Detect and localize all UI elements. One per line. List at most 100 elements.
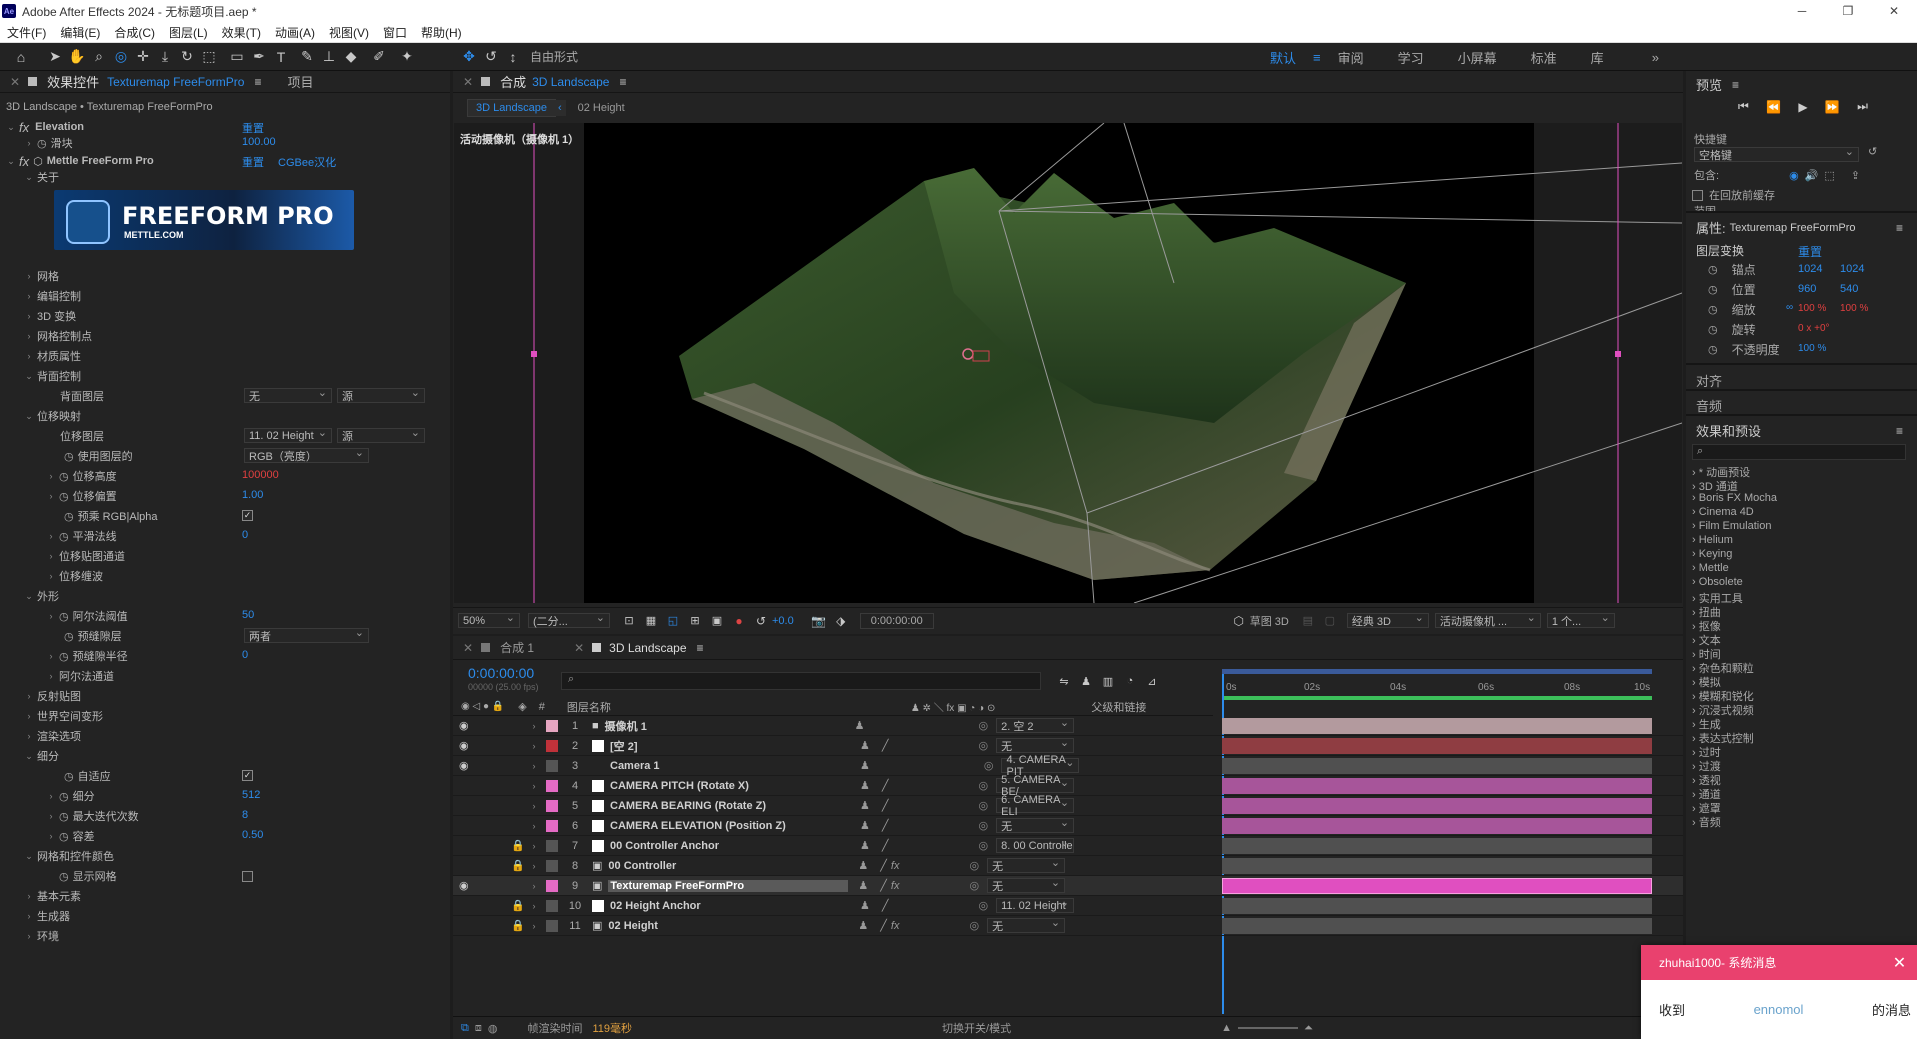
parent-dropdown[interactable]: 6. CAMERA ELI <box>996 794 1075 818</box>
use-layer-dropdown[interactable]: RGB（亮度） <box>244 446 369 463</box>
layer-duration-bar[interactable] <box>1222 878 1652 894</box>
layer-label-color[interactable] <box>546 819 558 832</box>
stopwatch-icon[interactable]: ◷ <box>1708 303 1718 316</box>
current-timecode[interactable]: 0:00:00:00 <box>468 665 534 681</box>
displacement-offset-value[interactable]: 1.00 <box>242 489 263 501</box>
effect-controls-layer-name[interactable]: Texturemap FreeFormPro <box>107 75 244 89</box>
minimize-button[interactable]: ─ <box>1779 4 1825 18</box>
rotate-tool-icon[interactable]: ↻ <box>176 46 198 68</box>
constrain-proportions-icon[interactable]: ∞ <box>1786 302 1793 313</box>
anchor-y[interactable]: 1024 <box>1840 263 1864 275</box>
stopwatch-icon[interactable]: ◷ <box>64 770 74 783</box>
pickwhip-icon[interactable]: ◎ <box>969 919 979 932</box>
render-options-group[interactable]: › 渲染选项 <box>24 728 450 744</box>
workspace-learn[interactable]: 学习 <box>1381 48 1441 67</box>
layer-row[interactable]: › 5 CAMERA BEARING (Rotate Z) ♟ ╱ ◎ 6. C… <box>453 794 1683 818</box>
stopwatch-icon[interactable]: ◷ <box>59 650 69 663</box>
layer-duration-bar[interactable] <box>1222 918 1652 934</box>
menu-help[interactable]: 帮助(H) <box>414 24 469 41</box>
composition-name[interactable]: 3D Landscape <box>532 75 609 89</box>
workspace-review[interactable]: 审阅 <box>1321 48 1381 67</box>
stopwatch-icon[interactable]: ◷ <box>59 810 69 823</box>
viewer-timecode[interactable]: 0:00:00:00 <box>859 612 934 629</box>
pickwhip-icon[interactable]: ◎ <box>979 799 989 812</box>
about-row[interactable]: ⌄ 关于 <box>24 169 450 185</box>
mesh-group[interactable]: › 网格 <box>24 268 450 284</box>
maximize-button[interactable]: ❐ <box>1825 4 1871 18</box>
free-form-label[interactable]: 自由形式 <box>530 48 578 65</box>
include-audio-icon[interactable]: 🔊 <box>1805 169 1819 182</box>
basic-elements-group[interactable]: › 基本元素 <box>24 888 450 904</box>
panel-menu-icon[interactable]: ≡ <box>619 75 626 89</box>
shy-switch-icon[interactable]: ♟ <box>860 739 870 752</box>
reflection-map-group[interactable]: › 反射贴图 <box>24 688 450 704</box>
quality-switch-icon[interactable]: ╱ <box>880 879 887 892</box>
3d-transform-group[interactable]: › 3D 变换 <box>24 308 450 324</box>
mask-visibility-icon[interactable]: ◱ <box>662 610 684 632</box>
stopwatch-icon[interactable]: ◷ <box>59 790 69 803</box>
elevation-reset[interactable]: 重置 <box>242 120 264 136</box>
composition-viewer[interactable]: 活动摄像机（摄像机 1） <box>454 123 1682 603</box>
back-layer-source-dropdown[interactable]: 源 <box>337 386 425 403</box>
bevel-type-dropdown[interactable]: 两者 <box>244 626 369 643</box>
3d-ground-icon[interactable]: ▤ <box>1297 610 1319 632</box>
fx-category[interactable]: › 音频 <box>1692 814 1721 830</box>
fx-switch-icon[interactable]: fx <box>891 880 900 892</box>
region-of-interest-icon[interactable]: ⊡ <box>618 610 640 632</box>
layer-label-color[interactable] <box>546 899 558 912</box>
resolution-dropdown[interactable]: (二分... <box>528 611 610 628</box>
layer-row[interactable]: 🔒 › 8 ▣ 00 Controller ♟ ╱ fx ◎ 无 <box>453 856 1683 876</box>
edit-control-group[interactable]: › 编辑控制 <box>24 288 450 304</box>
menu-edit[interactable]: 编辑(E) <box>53 24 107 41</box>
comp-mini-flowchart-icon[interactable]: ⇋ <box>1053 670 1075 692</box>
shy-switch-icon[interactable]: ♟ <box>858 859 868 872</box>
stopwatch-icon[interactable]: ◷ <box>59 610 69 623</box>
close-popup-button[interactable]: ✕ <box>1882 953 1917 973</box>
premultiply-checkbox[interactable]: ✓ <box>242 510 253 521</box>
quality-switch-icon[interactable]: ╱ <box>880 919 887 932</box>
pickwhip-icon[interactable]: ◎ <box>979 819 989 832</box>
layer-name[interactable]: CAMERA BEARING (Rotate Z) <box>610 800 850 812</box>
view-layout-dropdown[interactable]: 1 个... <box>1546 611 1615 628</box>
fx-switch-icon[interactable]: fx <box>891 860 900 872</box>
panel-menu-icon[interactable]: ≡ <box>1896 221 1903 235</box>
back-layer-dropdown[interactable]: 无 <box>244 386 332 403</box>
stopwatch-icon[interactable]: ◷ <box>1708 263 1718 276</box>
show-snapshot-icon[interactable]: ⬗ <box>830 610 852 632</box>
dolly-camera-icon[interactable]: ⤓ <box>154 46 176 68</box>
layer-name[interactable]: 摄像机 1 <box>605 718 845 734</box>
pan-camera-icon[interactable]: ✛ <box>132 46 154 68</box>
menu-composition[interactable]: 合成(C) <box>107 24 162 41</box>
workspace-menu-icon[interactable]: ≡ <box>1313 50 1321 65</box>
zoom-in-icon[interactable]: ⏶ <box>1304 1022 1313 1035</box>
shy-switch-icon[interactable]: ♟ <box>860 899 870 912</box>
align-panel[interactable]: 对齐 <box>1696 371 1917 390</box>
fx-category[interactable]: › Obsolete <box>1692 576 1743 588</box>
stopwatch-icon[interactable]: ◷ <box>1708 323 1718 336</box>
layer-label-color[interactable] <box>546 719 558 732</box>
layer-duration-bar[interactable] <box>1222 758 1652 774</box>
puppet-pin-icon[interactable]: ✦ <box>396 46 418 68</box>
layer-name[interactable]: 00 Controller Anchor <box>610 840 850 852</box>
eye-icon[interactable]: ◉ <box>459 759 473 772</box>
world-space-group[interactable]: › 世界空间变形 <box>24 708 450 724</box>
reset-exposure-icon[interactable]: ↺ <box>750 610 772 632</box>
layer-row[interactable]: 🔒 › 11 ▣ 02 Height ♟ ╱ fx ◎ 无 <box>453 916 1683 936</box>
grid-guides-icon[interactable]: ⊞ <box>684 610 706 632</box>
eraser-tool-icon[interactable]: ◆ <box>340 46 362 68</box>
mesh-control-points-group[interactable]: › 网格控制点 <box>24 328 450 344</box>
timeline-zoom-slider[interactable] <box>1237 1027 1298 1029</box>
export-icon[interactable]: ⇪ <box>1851 169 1860 182</box>
layer-name[interactable]: CAMERA ELEVATION (Position Z) <box>610 820 850 832</box>
menu-view[interactable]: 视图(V) <box>322 24 376 41</box>
layer-label-color[interactable] <box>546 859 558 872</box>
pickwhip-icon[interactable]: ◎ <box>979 899 989 912</box>
layer-label-color[interactable] <box>546 759 558 772</box>
safe-handle-right[interactable] <box>1615 351 1621 357</box>
layer-row[interactable]: ◉ › 1 ■ 摄像机 1 ♟ ◎ 2. 空 2 <box>453 716 1683 736</box>
displacement-channel-group[interactable]: › 位移贴图通道 <box>46 548 450 564</box>
parent-dropdown[interactable]: 无 <box>996 816 1075 833</box>
panel-menu-icon[interactable]: ≡ <box>1732 78 1739 92</box>
stopwatch-icon[interactable]: ◷ <box>1708 283 1718 296</box>
close-window-button[interactable]: ✕ <box>1871 4 1917 18</box>
